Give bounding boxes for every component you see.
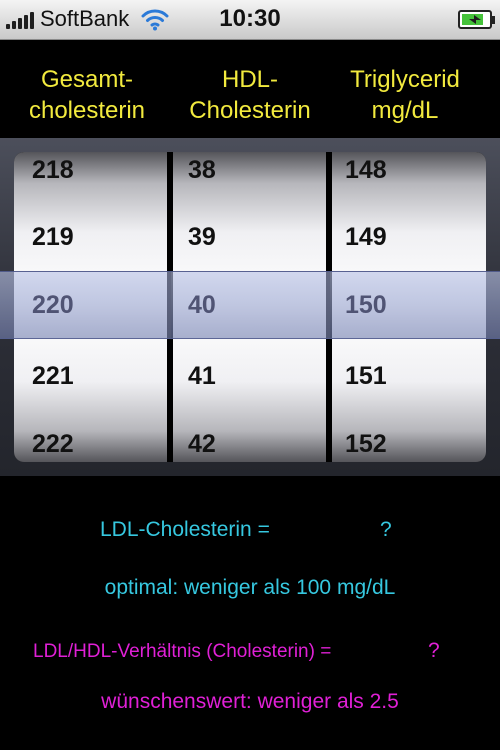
wheel-option[interactable]: 222 <box>14 410 167 462</box>
header-total-cholesterol: Gesamt- cholesterin <box>4 64 170 126</box>
ratio-desired-note: wünschenswert: weniger als 2.5 <box>101 690 399 713</box>
header-line: cholesterin <box>28 97 146 124</box>
ldl-hdl-ratio-value: ? <box>428 639 440 662</box>
charging-bolt-icon <box>469 15 481 24</box>
header-hdl-cholesterol: HDL- Cholesterin <box>167 64 333 126</box>
wheel-option[interactable]: 149 <box>332 203 486 272</box>
wheel-option[interactable]: 38 <box>173 152 326 205</box>
header-line: HDL- <box>221 66 278 93</box>
status-time: 10:30 <box>219 5 281 32</box>
header-line: mg/dL <box>371 97 439 124</box>
column-headers: Gesamt- cholesterin HDL- Cholesterin Tri… <box>0 40 500 138</box>
header-triglyceride: Triglycerid mg/dL <box>322 64 488 126</box>
wheel-option[interactable]: 152 <box>332 410 486 462</box>
ldl-value: ? <box>380 518 392 541</box>
header-line: Gesamt- <box>40 66 133 93</box>
ldl-optimal-note: optimal: weniger als 100 mg/dL <box>104 576 396 599</box>
header-line: Triglycerid <box>350 66 460 93</box>
picker-selection-bar: 220 40 150 <box>0 271 500 339</box>
status-bar: SoftBank 10:30 <box>0 0 500 40</box>
selected-hdl-cholesterol[interactable]: 40 <box>188 272 216 338</box>
battery-charging-icon <box>458 10 495 29</box>
selection-divider <box>167 272 171 338</box>
selected-triglyceride[interactable]: 150 <box>345 272 387 338</box>
header-line: Cholesterin <box>189 97 311 124</box>
wheel-option[interactable]: 218 <box>14 152 167 205</box>
wheel-option[interactable]: 219 <box>14 203 167 272</box>
ldl-label: LDL-Cholesterin = <box>100 518 270 541</box>
selected-total-cholesterol[interactable]: 220 <box>32 272 74 338</box>
wheel-option[interactable]: 148 <box>332 152 486 205</box>
wheel-option[interactable]: 221 <box>14 342 167 411</box>
wheel-option[interactable]: 42 <box>173 410 326 462</box>
selection-divider <box>326 272 330 338</box>
wheel-option[interactable]: 39 <box>173 203 326 272</box>
wheel-option[interactable]: 41 <box>173 342 326 411</box>
value-picker: 218 219 221 222 38 39 41 42 148 149 151 … <box>0 138 500 476</box>
wheel-option[interactable]: 151 <box>332 342 486 411</box>
ldl-hdl-ratio-label: LDL/HDL-Verhältnis (Cholesterin) = <box>33 641 332 662</box>
